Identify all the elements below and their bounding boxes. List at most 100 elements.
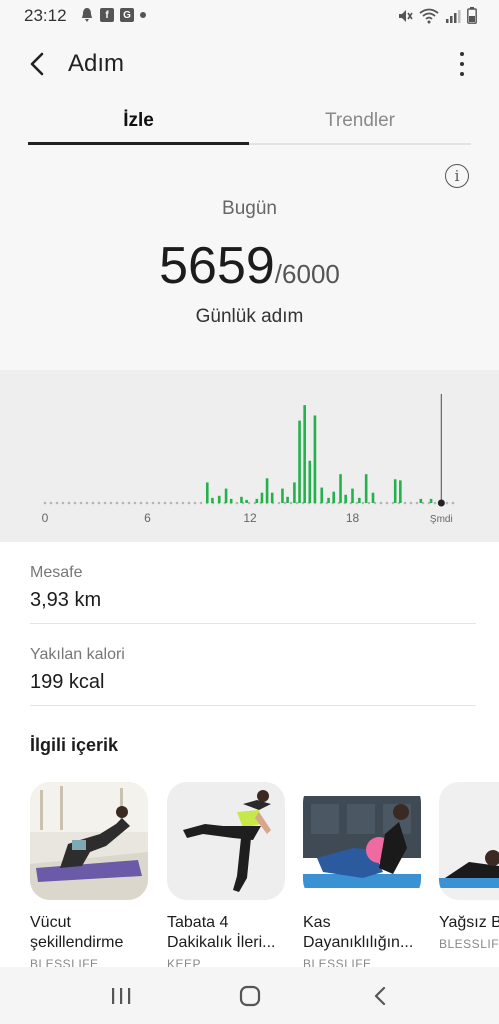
baseline-dot [433,501,437,505]
status-bar: 23:12 f G [0,0,499,30]
content-card-source: BLESSLIFE [303,957,372,967]
step-count: 5659/6000 [0,236,499,296]
baseline-dot [169,501,173,505]
baseline-dot [91,501,95,505]
baseline-dot [385,501,389,505]
content-card[interactable]: Vücut şekillendirme BLESSLIFE [30,782,148,967]
step-summary: i Bugün 5659/6000 Günlük adım [0,146,499,370]
battery-icon [467,7,477,24]
content-card[interactable]: Kas Dayanıklılığın... BLESSLIFE [303,782,421,967]
baseline-dot [145,501,149,505]
step-bar [205,482,209,503]
step-goal: /6000 [274,259,340,289]
tab-trendler[interactable]: Trendler [249,110,471,132]
baseline-dot [355,501,359,505]
step-bar [240,496,243,503]
step-bar [327,497,330,503]
baseline-dot [151,501,155,505]
home-icon [239,985,261,1007]
step-bar [286,496,289,503]
tab-divider [249,143,471,145]
related-content-title: İlgili içerik [30,735,119,755]
hourly-steps-chart[interactable]: 0 6 12 18 Şmdi [0,370,499,542]
baseline-dot [127,501,131,505]
back-button[interactable] [24,48,54,80]
baseline-dot [121,501,125,505]
info-icon[interactable]: i [445,164,469,188]
back-nav-icon [374,986,386,1006]
baseline-dot [139,501,143,505]
daily-steps-caption: Günlük adım [195,306,304,327]
baseline-dot [415,501,419,505]
workout-thumbnail [303,782,421,900]
mute-icon [399,9,413,22]
step-bar [211,497,214,503]
steps-bar-chart: 0 6 12 18 Şmdi [42,394,455,525]
baseline-dot [247,501,251,505]
recents-icon [112,988,131,1004]
chevron-left-icon [30,52,44,76]
tab-bar: İzle Trendler [0,100,499,146]
more-options-button[interactable] [455,52,469,76]
facebook-icon: f [100,8,114,22]
recents-button[interactable] [101,981,141,1011]
step-bar [364,474,368,503]
baseline-dot [451,501,455,505]
step-bar [399,480,402,503]
step-bar [303,405,306,503]
content-card[interactable]: Yağsız B Vücuda BLESSLIFE [439,782,499,951]
workout-thumbnail [167,782,285,900]
back-nav-button[interactable] [360,981,400,1011]
step-bar [371,492,375,503]
home-button[interactable] [230,981,270,1011]
divider [30,705,476,706]
step-bar [260,492,264,503]
content-card[interactable]: Tabata 4 Dakikalık İleri... KEEP [167,782,285,967]
step-bar [293,482,296,503]
step-bar [217,495,221,503]
baseline-dot [181,501,185,505]
step-bar [429,498,433,503]
notification-icon [82,8,92,22]
baseline-dot [277,501,281,505]
baseline-dot [115,501,119,505]
baseline-dot [283,501,287,505]
distance-label: Mesafe [30,564,83,581]
x-tick-label: 12 [243,511,257,525]
baseline-dot [175,501,179,505]
baseline-dot [445,501,449,505]
signal-icon [446,9,461,23]
calories-value: 199 kcal [30,671,105,693]
baseline-dot [103,501,107,505]
tab-izle[interactable]: İzle [28,110,249,132]
step-bar [313,415,317,503]
step-bar [344,494,347,503]
baseline-dot [403,501,407,505]
dot-icon [140,12,146,18]
baseline-dot [295,501,299,505]
step-bar [229,498,233,503]
page-title: Adım [68,50,125,77]
baseline-dot [67,501,71,505]
step-bar [419,498,423,503]
baseline-dot [55,501,59,505]
baseline-dot [289,501,293,505]
step-bar [265,478,269,503]
baseline-dot [379,501,383,505]
baseline-dot [61,501,65,505]
divider [30,623,476,624]
step-bar [339,474,342,503]
x-tick-label: 6 [144,511,151,525]
content-card-title: Vücut şekillendirme [30,914,124,951]
distance-value: 3,93 km [30,589,102,611]
x-tick-label: 18 [346,511,360,525]
stats-list: Mesafe 3,93 km Yakılan kalori 199 kcal İ… [0,542,499,967]
baseline-dot [43,501,47,505]
baseline-dot [199,501,203,505]
system-nav-bar [0,967,499,1024]
content-card-source: BLESSLIFE [30,957,99,967]
step-bar [358,497,361,503]
baseline-dot [73,501,77,505]
step-bar [298,420,301,503]
baseline-dot [409,501,413,505]
